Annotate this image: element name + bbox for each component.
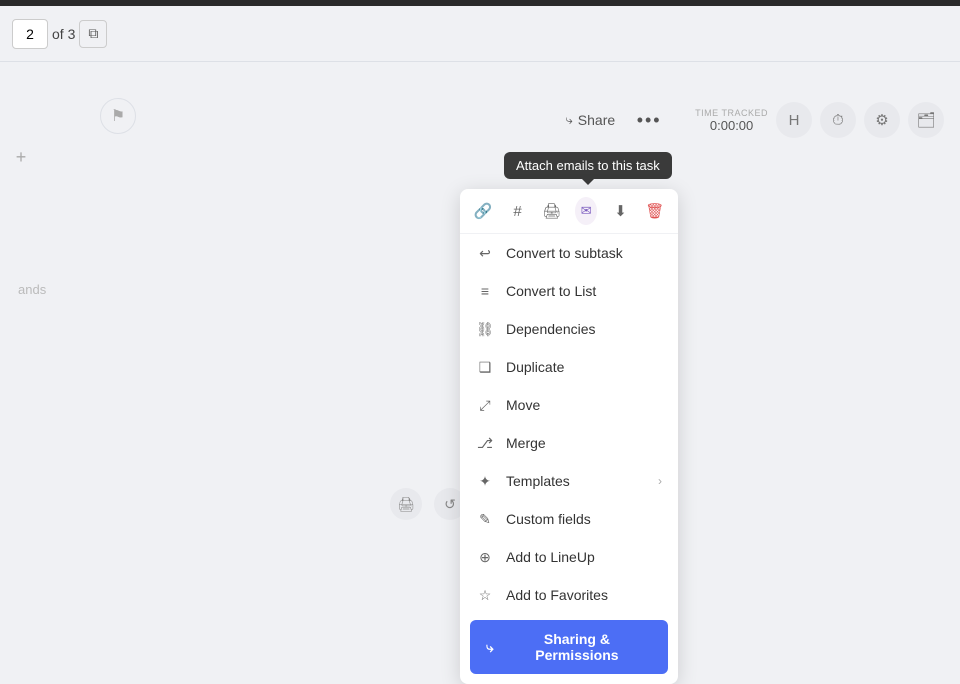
merge-icon: ⎇ [476, 434, 494, 452]
sharing-icon: ⤷ [486, 639, 494, 656]
move-label: Move [506, 397, 662, 413]
templates-label: Templates [506, 473, 646, 489]
task-toolbar: ⤷ Share ••• TIME TRACKED 0:00:00 H ⏱ ⚙ 🗂 [0, 98, 960, 142]
dependencies-icon: ⛓ [476, 320, 494, 338]
add-lineup-icon: ⊕ [476, 548, 494, 566]
email-icon-button[interactable]: ✉ [575, 197, 597, 225]
menu-item-merge[interactable]: ⎇ Merge [460, 424, 678, 462]
page-number-input[interactable]: 2 [12, 19, 48, 49]
time-tracked-display: TIME TRACKED 0:00:00 [695, 108, 768, 133]
add-task-button[interactable]: + [10, 146, 32, 168]
page-of-label: of 3 [52, 26, 75, 42]
duplicate-label: Duplicate [506, 359, 662, 375]
merge-label: Merge [506, 435, 662, 451]
add-favorites-label: Add to Favorites [506, 587, 662, 603]
sharing-permissions-button[interactable]: ⤷ Sharing & Permissions [470, 620, 668, 674]
templates-chevron-icon: › [658, 474, 662, 488]
dropdown-menu: 🔗 # 🖨 ✉ ⬇ 🗑 ↩ Convert to subtask ≡ [460, 189, 678, 684]
menu-item-move[interactable]: ⤢ Move [460, 386, 678, 424]
menu-item-duplicate[interactable]: ❑ Duplicate [460, 348, 678, 386]
add-lineup-label: Add to LineUp [506, 549, 662, 565]
convert-list-icon: ≡ [476, 282, 494, 300]
hash-icon-button[interactable]: # [506, 197, 528, 225]
time-tracked-value: 0:00:00 [710, 118, 753, 133]
menu-item-convert-list[interactable]: ≡ Convert to List [460, 272, 678, 310]
history-bottom-icon: ↺ [444, 496, 456, 513]
menu-item-custom-fields[interactable]: ✎ Custom fields [460, 500, 678, 538]
dropdown-icon-bar: 🔗 # 🖨 ✉ ⬇ 🗑 [460, 189, 678, 234]
email-icon: ✉ [581, 203, 592, 219]
print-icon: 🖨 [542, 202, 561, 220]
duplicate-icon: ❑ [476, 358, 494, 376]
download-icon: ⬇ [614, 202, 627, 220]
time-tracked-label: TIME TRACKED [695, 108, 768, 118]
link-icon: 🔗 [474, 202, 493, 220]
link-icon-button[interactable]: 🔗 [472, 197, 494, 225]
sidebar-text: ands [18, 282, 46, 297]
print-bottom-button[interactable]: 🖨 [390, 488, 422, 520]
tooltip: Attach emails to this task [504, 152, 672, 179]
add-favorites-icon: ☆ [476, 586, 494, 604]
share-label: Share [578, 112, 615, 128]
download-icon-button[interactable]: ⬇ [609, 197, 631, 225]
more-options-button[interactable]: ••• [631, 102, 667, 138]
page-nav: 2 of 3 ⧉ [12, 19, 107, 49]
timer-button[interactable]: ⏱ [820, 102, 856, 138]
menu-item-add-lineup[interactable]: ⊕ Add to LineUp [460, 538, 678, 576]
move-icon: ⤢ [476, 396, 494, 414]
hash-icon: # [513, 203, 521, 220]
custom-fields-icon: ✎ [476, 510, 494, 528]
convert-subtask-label: Convert to subtask [506, 245, 662, 261]
print-icon-button[interactable]: 🖨 [541, 197, 563, 225]
menu-item-convert-subtask[interactable]: ↩ Convert to subtask [460, 234, 678, 272]
assignee-button[interactable]: H [776, 102, 812, 138]
share-icon: ⤷ [566, 112, 573, 128]
print-bottom-icon: 🖨 [397, 496, 415, 513]
copy-link-button[interactable]: ⧉ [79, 20, 107, 48]
delete-icon: 🗑 [645, 202, 664, 220]
delete-icon-button[interactable]: 🗑 [644, 197, 666, 225]
custom-fields-label: Custom fields [506, 511, 662, 527]
convert-list-label: Convert to List [506, 283, 662, 299]
header-row: 2 of 3 ⧉ [0, 6, 960, 62]
menu-item-dependencies[interactable]: ⛓ Dependencies [460, 310, 678, 348]
settings-button[interactable]: ⚙ [864, 102, 900, 138]
menu-item-templates[interactable]: ✦ Templates › [460, 462, 678, 500]
templates-icon: ✦ [476, 472, 494, 490]
tooltip-text: Attach emails to this task [516, 158, 660, 173]
main-area: + ⚑ ands ⤷ Share ••• TIME TRACKED 0:00:0… [0, 62, 960, 540]
dependencies-label: Dependencies [506, 321, 662, 337]
archive-button[interactable]: 🗂 [908, 102, 944, 138]
convert-subtask-icon: ↩ [476, 244, 494, 262]
menu-item-add-favorites[interactable]: ☆ Add to Favorites [460, 576, 678, 614]
bottom-icons: 🖨 ↺ [390, 488, 466, 520]
sharing-label: Sharing & Permissions [502, 631, 652, 663]
more-dots-icon: ••• [637, 110, 662, 131]
share-button[interactable]: ⤷ Share [558, 108, 624, 132]
